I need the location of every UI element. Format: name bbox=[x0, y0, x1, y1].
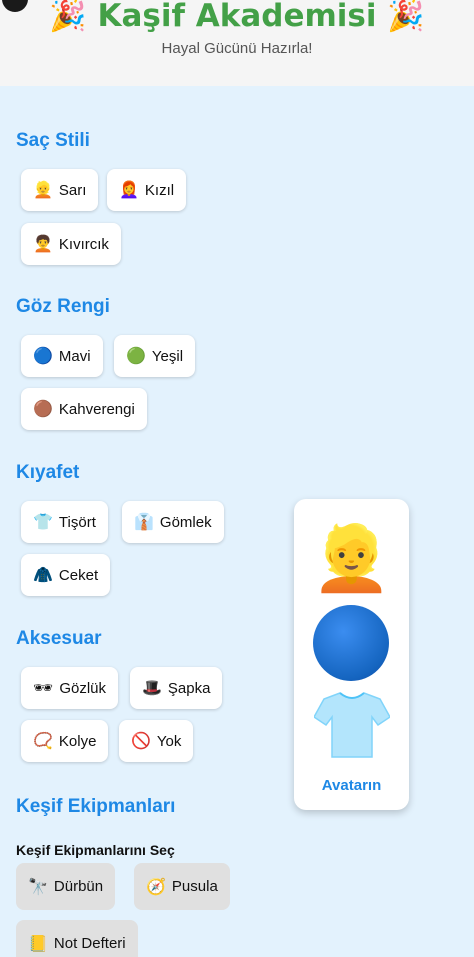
chip-label: Yok bbox=[156, 732, 182, 750]
hair-option-curly[interactable]: 🧑‍🦱 Kıvırcık bbox=[21, 223, 121, 265]
avatar-eye-icon bbox=[313, 605, 389, 681]
coat-icon: 🧥 bbox=[33, 567, 53, 584]
section-title-outfit: Kıyafet bbox=[16, 462, 80, 483]
equipment-option-compass[interactable]: 🧭 Pusula bbox=[134, 863, 230, 910]
notebook-icon: 📒 bbox=[28, 935, 48, 953]
sunglasses-icon: 🕶 bbox=[33, 680, 54, 697]
brown-circle-icon: 🟤 bbox=[33, 401, 53, 418]
chip-label: Not Defteri bbox=[53, 935, 126, 952]
chip-label: Gömlek bbox=[159, 513, 212, 531]
outfit-option-tshirt[interactable]: 👕 Tişört bbox=[21, 501, 108, 543]
section-title-hair: Saç Stili bbox=[16, 130, 90, 151]
chip-label: Ceket bbox=[58, 566, 99, 584]
equipment-subheading: Keşif Ekipmanlarını Seç bbox=[16, 842, 175, 858]
equipment-option-binoculars[interactable]: 🔭 Dürbün bbox=[16, 863, 116, 910]
party-popper-icon: 🎉 bbox=[49, 0, 87, 34]
prohibited-icon: 🚫 bbox=[131, 733, 151, 750]
hair-option-red[interactable]: 👩‍🦰 Kızıl bbox=[107, 169, 187, 211]
chip-label: Şapka bbox=[167, 679, 211, 697]
avatar-preview-card: 👱 Avatarın bbox=[294, 499, 409, 810]
app-header: 🎉 Kaşif Akademisi 🎉 Hayal Gücünü Hazırla… bbox=[0, 0, 474, 86]
party-popper-icon: 🎉 bbox=[387, 0, 425, 34]
equipment-option-notebook[interactable]: 📒 Not Defteri bbox=[16, 920, 138, 957]
section-title-equipment: Keşif Ekipmanları bbox=[16, 796, 176, 817]
compass-icon: 🧭 bbox=[146, 878, 166, 896]
section-title-eye: Göz Rengi bbox=[16, 296, 110, 317]
chip-label: Kahverengi bbox=[58, 400, 135, 418]
outfit-option-shirt[interactable]: 👔 Gömlek bbox=[122, 501, 224, 543]
chip-label: Gözlük bbox=[59, 679, 106, 697]
blue-circle-icon: 🔵 bbox=[33, 348, 53, 365]
eye-option-blue[interactable]: 🔵 Mavi bbox=[21, 335, 103, 377]
hair-option-blonde[interactable]: 👱 Sarı bbox=[21, 169, 99, 211]
chip-label: Kolye bbox=[58, 732, 97, 750]
app-title-text: Kaşif Akademisi bbox=[97, 0, 377, 34]
top-hat-icon: 🎩 bbox=[142, 680, 162, 697]
app-subtitle: Hayal Gücünü Hazırla! bbox=[161, 40, 313, 57]
chip-label: Kızıl bbox=[144, 181, 175, 199]
outfit-option-jacket[interactable]: 🧥 Ceket bbox=[21, 554, 111, 596]
necklace-icon: 📿 bbox=[33, 733, 53, 750]
avatar-caption: Avatarın bbox=[321, 777, 382, 794]
avatar-hair-icon: 👱 bbox=[311, 522, 392, 596]
accessory-option-necklace[interactable]: 📿 Kolye bbox=[21, 720, 109, 762]
necktie-shirt-icon: 👔 bbox=[134, 514, 154, 531]
accessory-option-hat[interactable]: 🎩 Şapka bbox=[130, 667, 223, 709]
chip-label: Mavi bbox=[58, 347, 91, 365]
blond-person-icon: 👱 bbox=[33, 182, 53, 199]
telescope-icon: 🔭 bbox=[28, 878, 48, 896]
chip-label: Sarı bbox=[58, 181, 87, 199]
chip-label: Tişört bbox=[58, 513, 96, 531]
green-circle-icon: 🟢 bbox=[126, 348, 146, 365]
avatar-shirt-icon bbox=[314, 692, 390, 758]
curly-hair-person-icon: 🧑‍🦱 bbox=[33, 236, 53, 253]
chip-label: Dürbün bbox=[53, 878, 104, 895]
section-title-accessory: Aksesuar bbox=[16, 628, 102, 649]
eye-option-green[interactable]: 🟢 Yeşil bbox=[114, 335, 196, 377]
chip-label: Kıvırcık bbox=[58, 235, 109, 253]
accessory-option-none[interactable]: 🚫 Yok bbox=[119, 720, 194, 762]
red-hair-person-icon: 👩‍🦰 bbox=[119, 182, 139, 199]
chip-label: Pusula bbox=[171, 878, 218, 895]
eye-option-brown[interactable]: 🟤 Kahverengi bbox=[21, 388, 147, 430]
app-title: 🎉 Kaşif Akademisi 🎉 bbox=[0, 0, 474, 34]
chip-label: Yeşil bbox=[151, 347, 184, 365]
accessory-option-glasses[interactable]: 🕶 Gözlük bbox=[21, 667, 118, 709]
tshirt-icon: 👕 bbox=[33, 514, 53, 531]
